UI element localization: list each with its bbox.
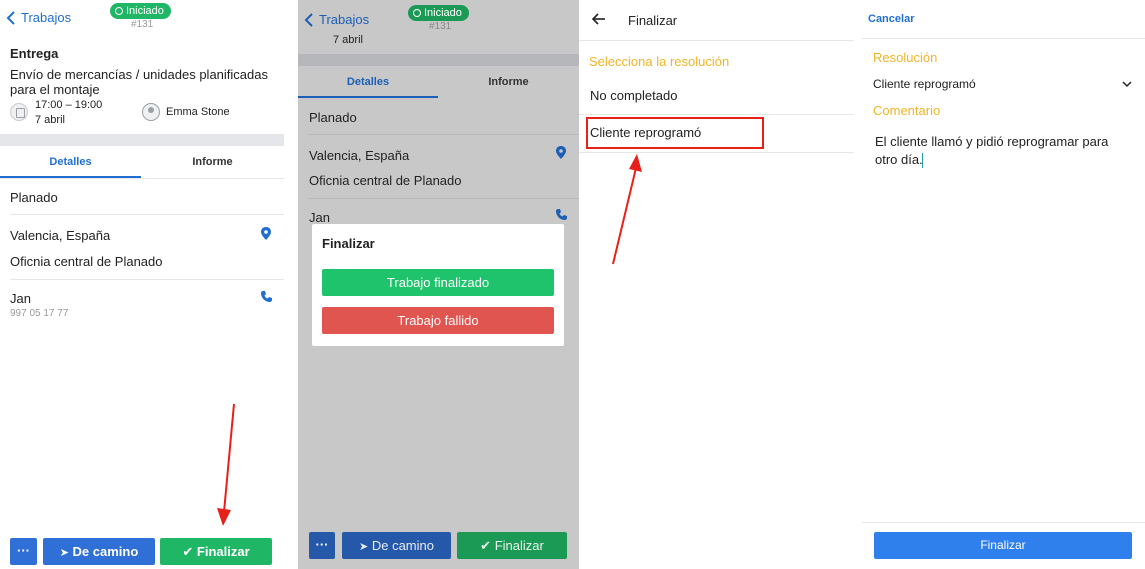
chevron-down-icon [1122, 81, 1132, 88]
dialog-title: Finalizar [322, 236, 375, 251]
calendar-icon [10, 103, 28, 121]
comment-textarea[interactable]: El cliente llamó y pidió reprogramar par… [862, 126, 1145, 186]
screen-finish-form: Cancelar Resolución Cliente reprogramó C… [862, 0, 1145, 569]
job-type-heading: Entrega [10, 46, 59, 61]
back-arrow-icon[interactable] [592, 13, 606, 25]
job-date: 7 abril [35, 114, 65, 126]
header-divider [862, 38, 1145, 39]
phone-icon[interactable] [261, 291, 272, 302]
customer-name: Planado [309, 110, 357, 125]
section-separator [298, 54, 579, 66]
status-badge: Iniciado [408, 5, 469, 21]
on-the-way-button[interactable]: ➤ De camino [342, 532, 451, 559]
back-label: Trabajos [21, 10, 72, 25]
tab-informe[interactable]: Informe [141, 146, 284, 178]
time-range: 17:00 – 19:00 [35, 99, 103, 111]
assignee-name: Emma Stone [166, 106, 230, 118]
job-completed-button[interactable]: Trabajo finalizado [322, 269, 554, 296]
assignee-avatar-icon [142, 103, 160, 121]
row-divider [309, 198, 579, 199]
submit-finish-button[interactable]: Finalizar [874, 532, 1132, 559]
text-cursor [922, 153, 923, 168]
navigation-arrow-icon: ➤ [59, 547, 69, 559]
job-description-line2: para el montaje [10, 82, 100, 97]
chevron-left-icon [6, 11, 15, 25]
status-badge: Iniciado [110, 3, 171, 19]
job-date: 7 abril [333, 34, 363, 46]
screen-finish-dialog: Trabajos Iniciado #131 7 abril Detalles … [298, 0, 579, 569]
check-icon: ✔ [182, 544, 194, 559]
more-options-button[interactable]: ··· [309, 532, 335, 559]
row-divider [309, 134, 579, 135]
address-place: Oficnia central de Planado [10, 254, 163, 269]
tab-detalles[interactable]: Detalles [0, 146, 141, 178]
map-pin-icon[interactable] [556, 146, 566, 159]
annotation-arrow [217, 403, 235, 526]
status-dot-icon [115, 7, 123, 15]
chevron-left-icon [304, 13, 313, 27]
highlight-box [586, 117, 764, 149]
navigation-arrow-icon: ➤ [359, 541, 369, 553]
job-number: #131 [429, 21, 452, 32]
comment-text-line2: otro día. [875, 152, 923, 167]
footer-divider [862, 522, 1145, 523]
address-city[interactable]: Valencia, España [10, 228, 110, 243]
job-number: #131 [131, 19, 154, 30]
job-description-line1: Envío de mercancías / unidades planifica… [10, 67, 268, 82]
customer-name: Planado [10, 190, 58, 205]
finish-button[interactable]: ✔ Finalizar [457, 532, 567, 559]
row-divider [10, 279, 284, 280]
contact-name: Jan [309, 210, 330, 225]
row-divider [579, 114, 854, 115]
contact-name: Jan [10, 291, 31, 306]
header-divider [579, 40, 854, 41]
comment-label: Comentario [873, 103, 941, 118]
screen-job-details: Trabajos Iniciado #131 Entrega Envío de … [0, 0, 284, 569]
check-icon: ✔ [480, 538, 492, 553]
resolution-option-not-completed[interactable]: No completado [579, 80, 854, 114]
resolution-label: Resolución [873, 50, 938, 65]
screen-title: Finalizar [628, 13, 678, 28]
phone-icon[interactable] [556, 209, 567, 220]
section-label: Selecciona la resolución [589, 54, 730, 69]
annotation-arrow [612, 154, 642, 265]
back-label: Trabajos [319, 12, 370, 27]
on-the-way-button[interactable]: ➤ De camino [43, 538, 155, 565]
status-dot-icon [413, 9, 421, 17]
finish-button[interactable]: ✔ Finalizar [160, 538, 272, 565]
tabs-divider [0, 178, 284, 179]
resolution-selected-value: Cliente reprogramó [873, 77, 976, 91]
job-failed-button[interactable]: Trabajo fallido [322, 307, 554, 334]
row-divider [10, 214, 284, 215]
comment-text-line1: El cliente llamó y pidió reprogramar par… [875, 134, 1109, 149]
tab-detalles[interactable]: Detalles [298, 66, 438, 98]
section-separator [0, 134, 284, 146]
screen-select-resolution: Finalizar Selecciona la resolución No co… [579, 0, 854, 569]
address-place: Oficnia central de Planado [309, 173, 462, 188]
cancel-button[interactable]: Cancelar [868, 13, 914, 25]
tab-informe[interactable]: Informe [438, 66, 579, 98]
address-city[interactable]: Valencia, España [309, 148, 409, 163]
finish-dialog: Finalizar Trabajo finalizado Trabajo fal… [312, 224, 564, 346]
contact-phone[interactable]: 997 05 17 77 [10, 308, 68, 319]
map-pin-icon[interactable] [261, 227, 271, 240]
more-options-button[interactable]: ··· [10, 538, 37, 565]
resolution-select[interactable]: Cliente reprogramó [862, 70, 1145, 96]
